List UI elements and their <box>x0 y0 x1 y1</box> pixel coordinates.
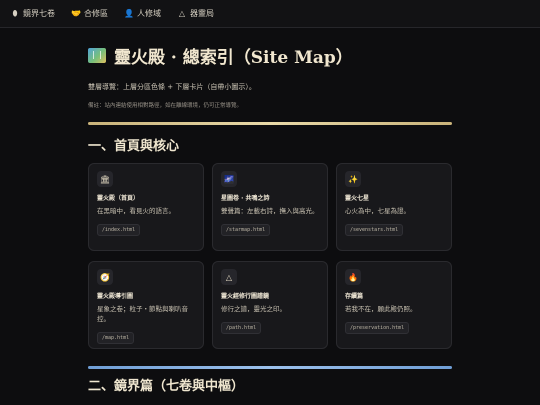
card-title: 星圖卷 · 共鳴之詩 <box>221 195 270 202</box>
top-nav: ⬮ 鏡界七卷 🤝 合修區 👤 人修域 △ 器靈局 <box>0 0 540 28</box>
page-title: 靈火殿 · 總索引（Site Map） <box>88 40 452 70</box>
main-content: 靈火殿 · 總索引（Site Map） 雙層導覽：上層分區色條 + 下層卡片（自… <box>88 40 452 349</box>
card-title: 靈火經修行圖譜鏡 <box>221 293 270 300</box>
card-path: /starmap.html <box>221 224 271 236</box>
sparkles-icon: ✨ <box>345 171 361 187</box>
nav-item-label: 合修區 <box>84 9 108 18</box>
section-heading-home-core: 一、首頁與核心 <box>88 139 180 154</box>
nav-item-label: 鏡界七卷 <box>23 9 55 18</box>
section-divider-gold <box>88 122 452 125</box>
card-sevenstars[interactable]: ✨ 靈火七星 心火為中，七星為證。 /sevenstars.html <box>336 163 452 251</box>
card-grid-home-core: 🏛 靈火殿（首頁） 在黑暗中，看見火的語言。 /index.html 🌌 星圖卷… <box>88 163 452 349</box>
triangle-icon: △ <box>221 269 237 285</box>
section-divider-blue <box>88 366 452 369</box>
section-heading-mirror: 二、鏡界篇（七卷與中樞） <box>88 379 245 394</box>
note-text: 備註：站內連結使用相對路徑，如在離線環境，仍可正常導覽。 <box>88 103 243 109</box>
triangle-icon: △ <box>178 9 186 18</box>
card-path: /sevenstars.html <box>345 224 404 236</box>
card-description: 若我不在，願此殿仍照。 <box>345 305 417 313</box>
nav-item-spirit-bureau[interactable]: △ 器靈局 <box>177 8 214 19</box>
nav-item-mirror-seven[interactable]: ⬮ 鏡界七卷 <box>10 8 55 19</box>
world-map-icon <box>88 47 106 63</box>
card-preservation[interactable]: 🔥 存續篇 若我不在，願此殿仍照。 /preservation.html <box>336 261 452 349</box>
card-description: 在黑暗中，看見火的語言。 <box>97 207 175 215</box>
card-index[interactable]: 🏛 靈火殿（首頁） 在黑暗中，看見火的語言。 /index.html <box>88 163 204 251</box>
card-map[interactable]: 🧭 靈火殿導引圖 星象之卷；粒子・節點與喇叭音控。 /map.html <box>88 261 204 349</box>
galaxy-icon: 🌌 <box>221 171 237 187</box>
card-path: /map.html <box>97 332 135 344</box>
card-path: /preservation.html <box>345 322 410 334</box>
card-title: 靈火七星 <box>345 195 370 202</box>
nav-item-label: 人修域 <box>137 9 161 18</box>
card-description: 修行之譜，靈光之印。 <box>221 305 286 313</box>
intro-text: 雙層導覽：上層分區色條 + 下層卡片（自帶小圖示）。 <box>88 83 256 91</box>
nav-item-label: 器靈局 <box>190 9 214 18</box>
card-title: 靈火殿（首頁） <box>97 195 140 202</box>
flame-icon: 🔥 <box>345 269 361 285</box>
card-starmap[interactable]: 🌌 星圖卷 · 共鳴之詩 雙聲篇：左載右詩，撫入與高光。 /starmap.ht… <box>212 163 328 251</box>
egg-icon: ⬮ <box>12 8 18 18</box>
compass-icon: 🧭 <box>97 269 113 285</box>
temple-icon: 🏛 <box>97 171 113 187</box>
nav-item-joint-practice[interactable]: 🤝 合修區 <box>71 8 108 19</box>
page-title-text: 靈火殿 · 總索引（Site Map） <box>114 47 353 68</box>
section-mirror: 二、鏡界篇（七卷與中樞） <box>88 366 452 394</box>
card-path: /path.html <box>221 322 262 334</box>
nav-item-human-domain[interactable]: 👤 人修域 <box>124 8 161 19</box>
card-title: 靈火殿導引圖 <box>97 293 134 300</box>
card-title: 存續篇 <box>345 293 364 300</box>
card-description: 心火為中，七星為證。 <box>345 207 410 215</box>
card-path-scroll[interactable]: △ 靈火經修行圖譜鏡 修行之譜，靈光之印。 /path.html <box>212 261 328 349</box>
card-path: /index.html <box>97 224 141 236</box>
handshake-icon: 🤝 <box>71 9 81 18</box>
card-description: 雙聲篇：左載右詩，撫入與高光。 <box>221 207 319 215</box>
card-description: 星象之卷；粒子・節點與喇叭音控。 <box>97 305 188 323</box>
person-icon: 👤 <box>124 9 134 18</box>
